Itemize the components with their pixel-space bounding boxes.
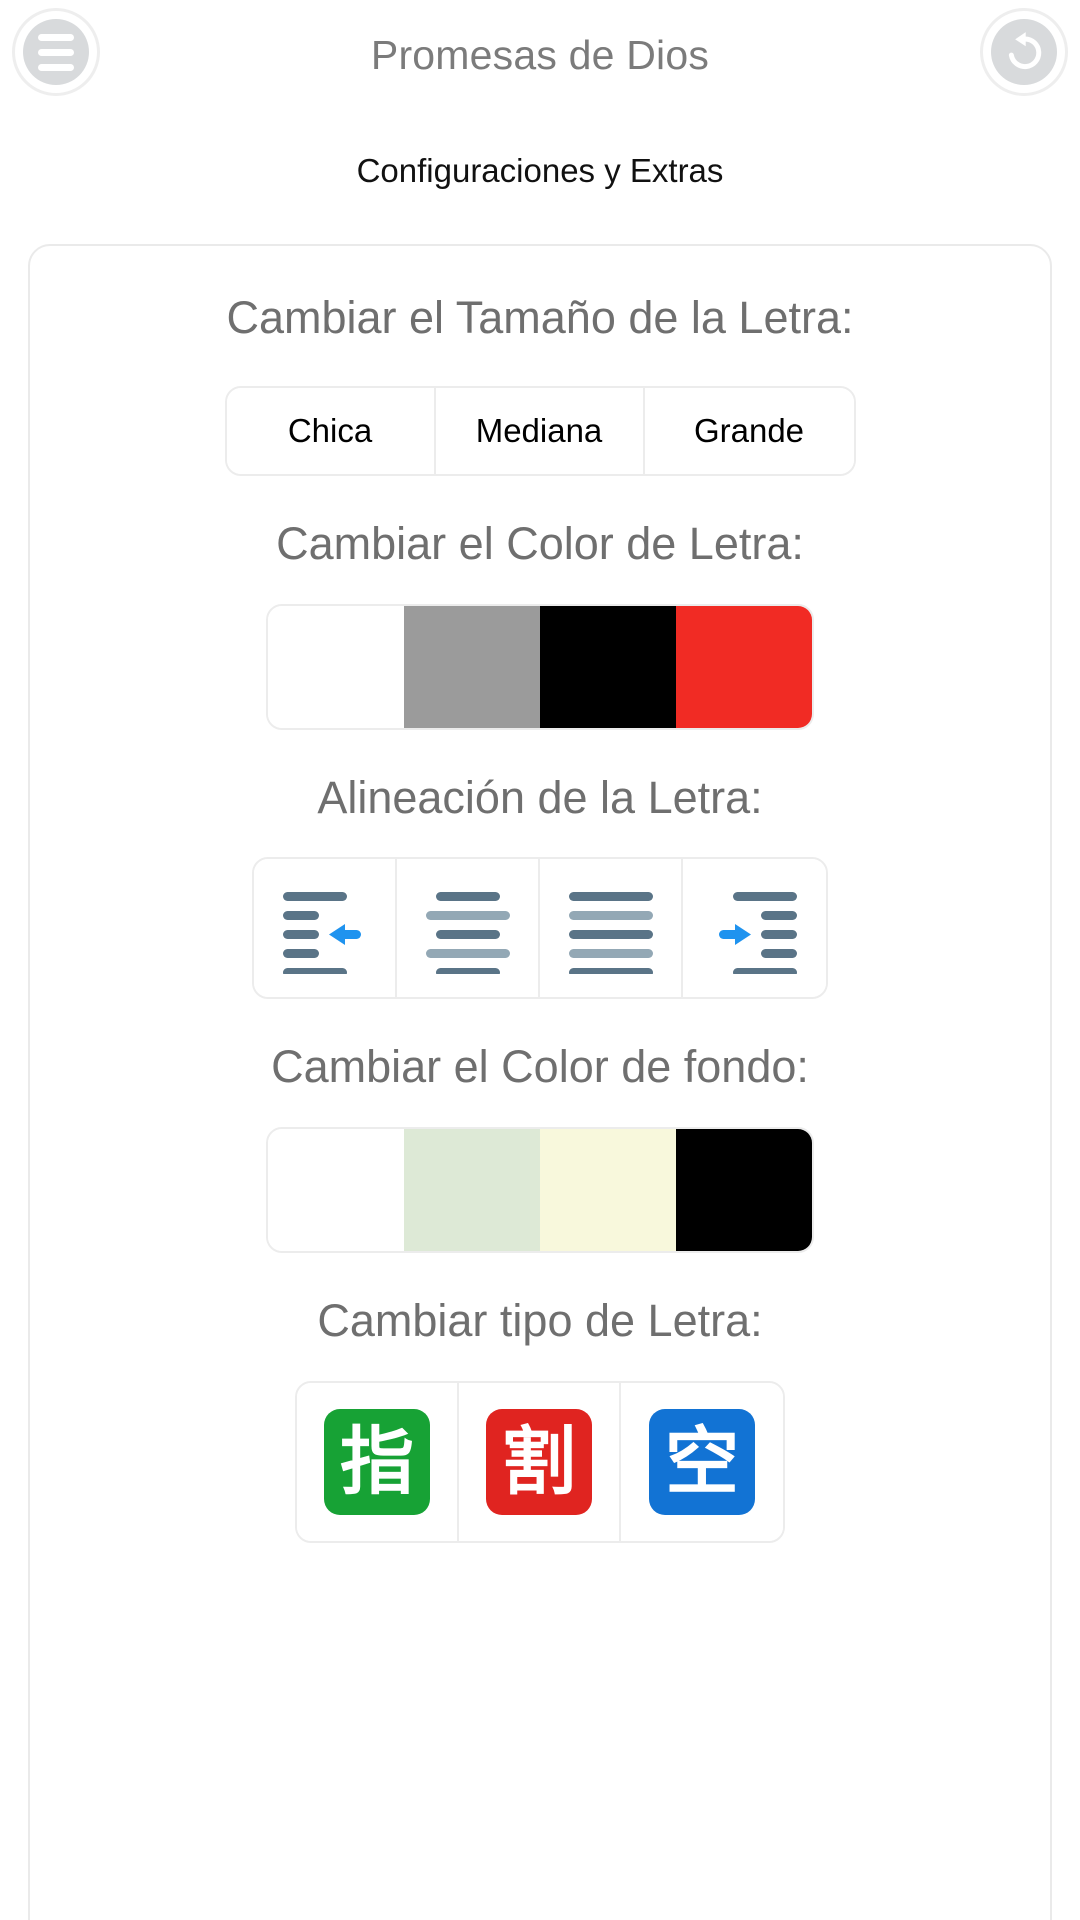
page-subtitle: Configuraciones y Extras bbox=[356, 152, 724, 189]
align-left-button[interactable] bbox=[254, 859, 397, 998]
background-color-swatch-light-green[interactable] bbox=[404, 1129, 540, 1251]
settings-card: Cambiar el Tamaño de la Letra: Chica Med… bbox=[28, 244, 1052, 1920]
text-align-control bbox=[30, 857, 1050, 1000]
font-type-option-blue[interactable]: 空 bbox=[621, 1382, 783, 1541]
background-color-control bbox=[30, 1127, 1050, 1253]
format-align-right-icon bbox=[718, 892, 797, 975]
text-align-label: Alineación de la Letra: bbox=[317, 771, 763, 823]
squared-ideograph-red-icon: 割 bbox=[486, 1408, 592, 1515]
burger-line bbox=[38, 48, 74, 56]
burger-line bbox=[38, 33, 74, 41]
font-size-option-small[interactable]: Chica bbox=[226, 387, 436, 474]
font-type-option-red[interactable]: 割 bbox=[459, 1382, 621, 1541]
background-color-swatch-white[interactable] bbox=[268, 1129, 404, 1251]
text-color-label: Cambiar el Color de Letra: bbox=[276, 517, 804, 569]
background-color-swatch-black[interactable] bbox=[676, 1129, 812, 1251]
text-align-button-group bbox=[252, 857, 828, 1000]
burger-line bbox=[38, 63, 74, 71]
font-type-option-green[interactable]: 指 bbox=[297, 1382, 459, 1541]
menu-button[interactable] bbox=[12, 8, 100, 96]
font-type-label: Cambiar tipo de Letra: bbox=[317, 1295, 763, 1346]
background-color-label: Cambiar el Color de fondo: bbox=[271, 1041, 809, 1093]
font-type-control: 指 割 空 bbox=[30, 1380, 1050, 1543]
font-size-option-medium[interactable]: Mediana bbox=[435, 387, 645, 474]
hamburger-menu-icon bbox=[23, 19, 89, 85]
format-align-justify-icon bbox=[568, 892, 653, 975]
text-color-control bbox=[30, 603, 1050, 730]
background-color-swatch-strip bbox=[266, 1127, 814, 1253]
format-align-center-icon bbox=[425, 892, 510, 975]
font-size-control: Chica Mediana Grande bbox=[30, 385, 1050, 476]
format-align-left-icon bbox=[282, 892, 361, 975]
text-color-swatch-gray[interactable] bbox=[404, 605, 540, 728]
undo-back-arrow-icon bbox=[991, 19, 1057, 85]
squared-ideograph-blue-icon: 空 bbox=[649, 1408, 755, 1515]
text-color-swatch-red[interactable] bbox=[676, 605, 812, 728]
font-size-label: Cambiar el Tamaño de la Letra: bbox=[226, 292, 854, 343]
text-color-swatch-black[interactable] bbox=[540, 605, 676, 728]
back-button[interactable] bbox=[980, 8, 1068, 96]
font-type-button-group: 指 割 空 bbox=[295, 1380, 785, 1543]
align-right-button[interactable] bbox=[683, 859, 826, 998]
text-color-swatch-strip bbox=[266, 603, 814, 730]
align-center-button[interactable] bbox=[397, 859, 540, 998]
text-color-swatch-white[interactable] bbox=[268, 605, 404, 728]
align-justify-button[interactable] bbox=[540, 859, 683, 998]
background-color-swatch-light-cream[interactable] bbox=[540, 1129, 676, 1251]
squared-ideograph-green-icon: 指 bbox=[324, 1408, 430, 1515]
subtitle-wrap: Configuraciones y Extras bbox=[0, 152, 1080, 190]
font-size-segmented-control: Chica Mediana Grande bbox=[224, 385, 856, 476]
page-title: Promesas de Dios bbox=[370, 31, 710, 78]
app-header: Promesas de Dios bbox=[0, 0, 1080, 110]
font-size-option-large[interactable]: Grande bbox=[644, 387, 854, 474]
